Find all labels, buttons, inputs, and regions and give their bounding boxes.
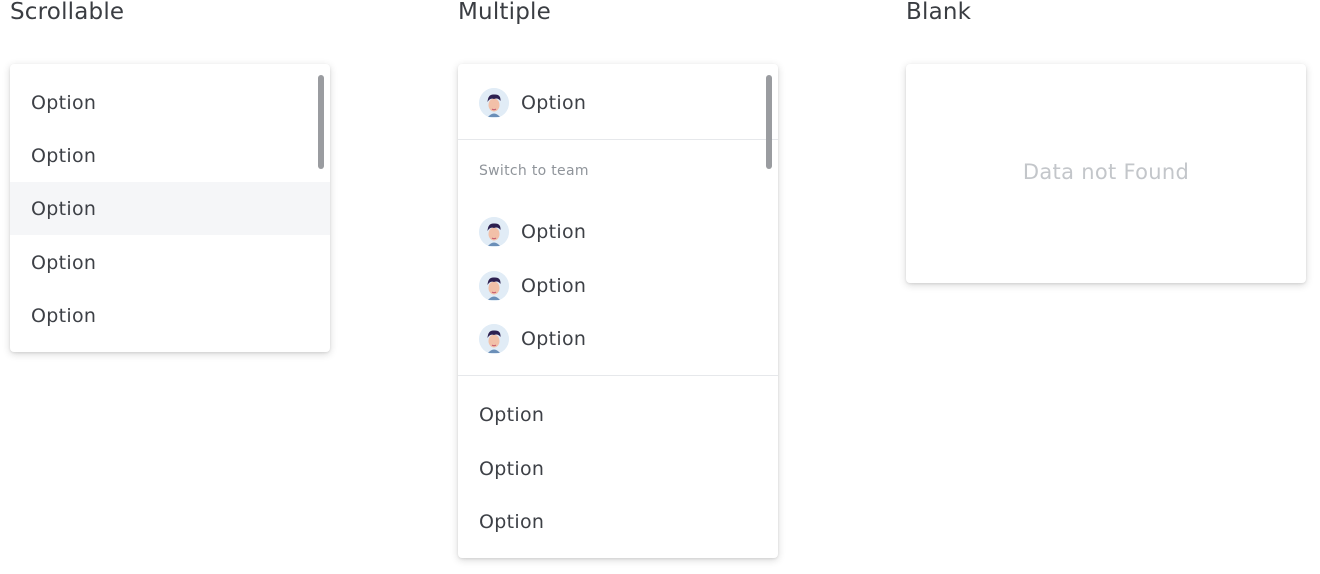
dropdown-option[interactable]: Option: [10, 129, 330, 182]
dropdown-option[interactable]: Option: [10, 289, 330, 342]
option-label: Option: [31, 91, 97, 114]
dropdown-option[interactable]: Option: [458, 495, 778, 548]
section-title-blank: Blank: [906, 0, 972, 25]
option-label: Option: [479, 457, 545, 480]
scrollbar-thumb[interactable]: [766, 75, 772, 169]
option-label: Option: [479, 510, 545, 533]
dropdown-option[interactable]: Option: [458, 442, 778, 495]
user-avatar-icon: [479, 323, 509, 354]
current-option[interactable]: Option: [458, 76, 778, 129]
team-option[interactable]: Option: [458, 312, 778, 365]
option-label: Option: [479, 403, 545, 426]
divider: [458, 375, 778, 376]
group-label: Switch to team: [479, 163, 589, 179]
user-avatar-icon: [479, 87, 509, 118]
option-label: Option: [521, 327, 587, 350]
option-label: Option: [521, 274, 587, 297]
scrollbar-thumb[interactable]: [318, 75, 324, 169]
option-label: Option: [31, 251, 97, 274]
dropdown-option-highlighted[interactable]: Option: [10, 182, 330, 235]
blank-dropdown: Data not Found: [906, 64, 1306, 283]
dropdown-option[interactable]: Option: [458, 388, 778, 441]
user-avatar-icon: [479, 270, 509, 301]
section-title-multiple: Multiple: [458, 0, 551, 25]
dropdown-option[interactable]: Option: [10, 236, 330, 289]
option-label: Option: [31, 197, 97, 220]
user-avatar-icon: [479, 216, 509, 247]
dropdown-option[interactable]: Option: [10, 76, 330, 129]
section-title-scrollable: Scrollable: [10, 0, 125, 25]
option-label: Option: [521, 220, 587, 243]
multiple-dropdown: Option Switch to team Option Option Opti…: [458, 64, 778, 558]
option-label: Option: [521, 91, 587, 114]
scrollable-dropdown: Option Option Option Option Option: [10, 64, 330, 352]
team-option[interactable]: Option: [458, 259, 778, 312]
empty-state-message: Data not Found: [1022, 160, 1190, 184]
divider: [458, 139, 778, 140]
team-option[interactable]: Option: [458, 205, 778, 258]
option-label: Option: [31, 144, 97, 167]
option-label: Option: [31, 304, 97, 327]
